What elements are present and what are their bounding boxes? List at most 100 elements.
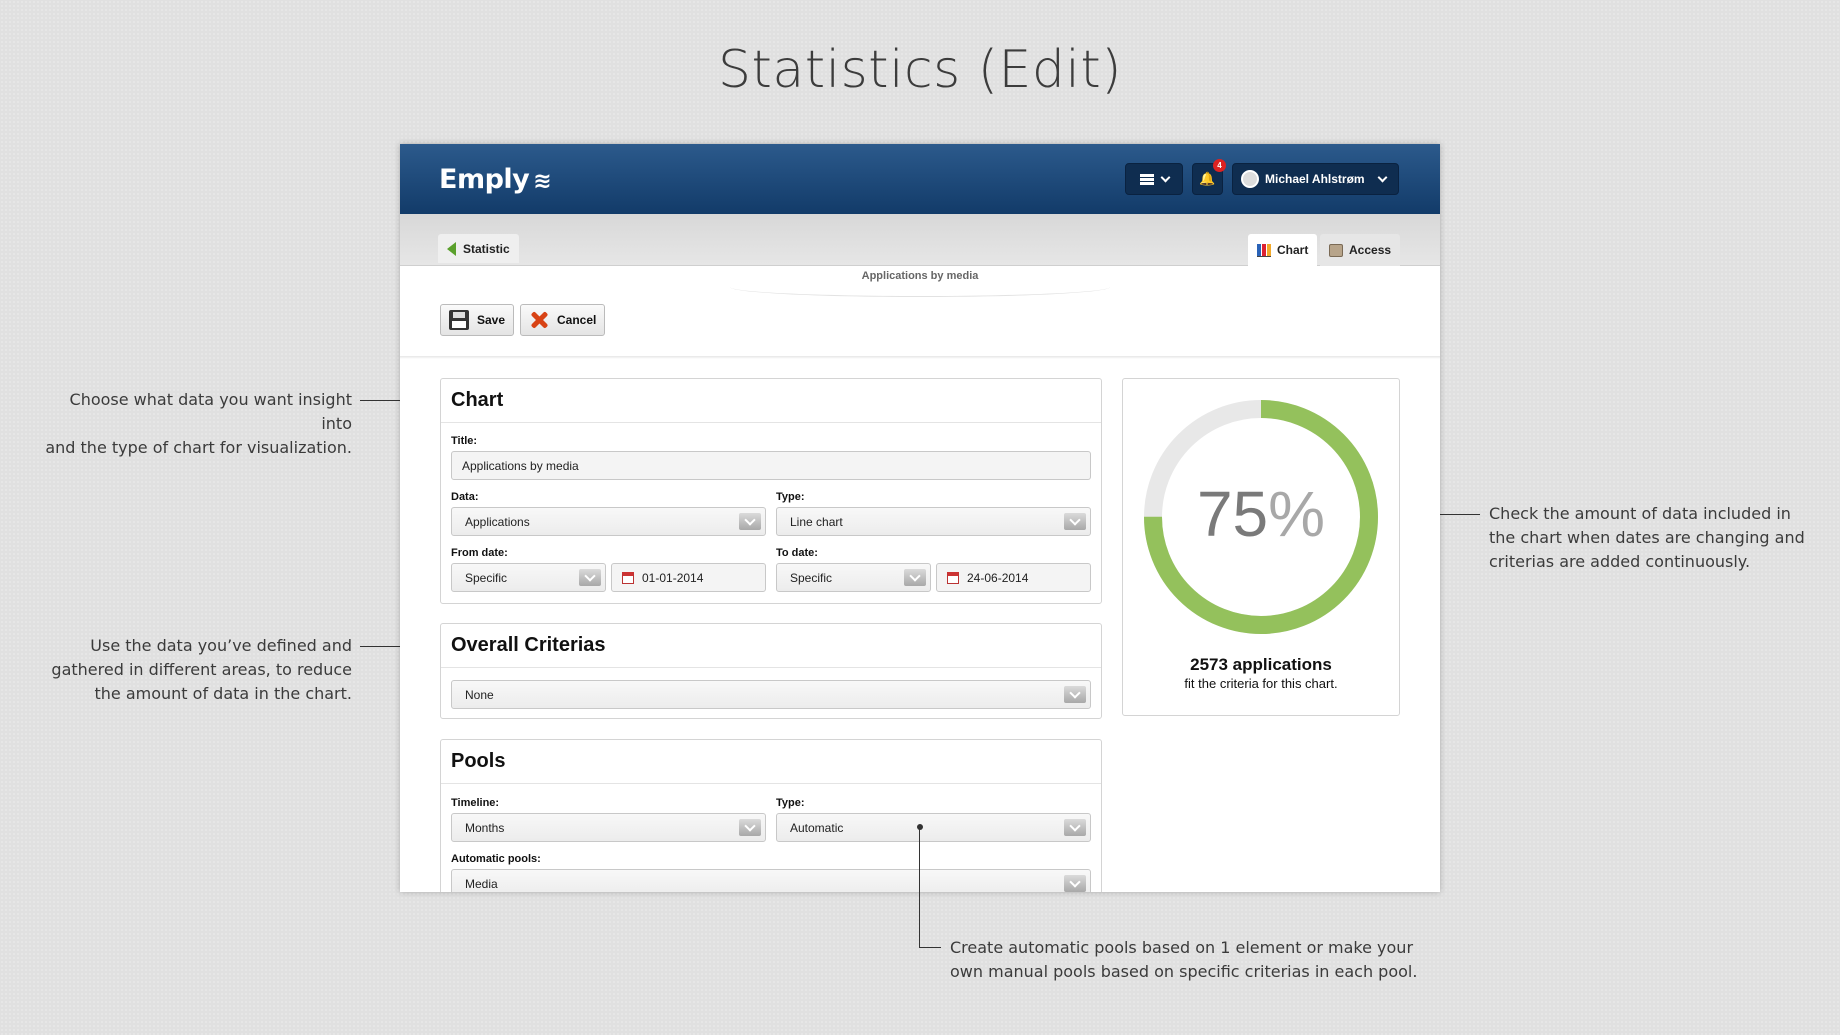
annotation-line: own manual pools based on specific crite… [950, 962, 1418, 981]
top-navbar: Emply ≋ 🔔 4 Michael Ahlstrøm [400, 144, 1440, 214]
from-date-mode-select[interactable]: Specific [451, 563, 606, 592]
tab-label: Access [1349, 243, 1392, 257]
chart-subtitle: Applications by media [861, 270, 979, 282]
calendar-icon [947, 571, 959, 584]
tab-chart[interactable]: Chart [1248, 234, 1318, 266]
annotation-line: Create automatic pools based on 1 elemen… [950, 938, 1414, 957]
select-value: Months [465, 820, 505, 835]
chevron-down-icon [1064, 686, 1086, 703]
panel-heading: Pools [441, 740, 1101, 784]
pools-annotation: Create automatic pools based on 1 elemen… [950, 936, 1550, 984]
app-window: Emply ≋ 🔔 4 Michael Ahlstrøm Statistic Ch… [400, 144, 1440, 892]
applications-subtext: fit the criteria for this chart. [1184, 676, 1338, 691]
lock-icon [1329, 243, 1343, 257]
bell-icon: 🔔 [1199, 171, 1216, 186]
date-value: 24-06-2014 [967, 570, 1029, 585]
bar-chart-icon [1257, 243, 1271, 257]
annotation-line: the chart when dates are changing and [1489, 528, 1805, 547]
chevron-down-icon [739, 819, 761, 836]
percent-number: 75 [1196, 478, 1269, 550]
logo-text: Emply [439, 164, 530, 195]
user-name: Michael Ahlstrøm [1265, 172, 1365, 186]
type-label: Type: [776, 491, 805, 503]
save-label: Save [477, 313, 506, 327]
percent-symbol: % [1268, 478, 1326, 550]
to-date-label: To date: [776, 547, 818, 559]
from-date-label: From date: [451, 547, 508, 559]
notifications-button[interactable]: 🔔 4 [1192, 159, 1226, 195]
timeline-label: Timeline: [451, 797, 500, 809]
chart-annotation: Choose what data you want insight into a… [40, 388, 352, 460]
select-value: Applications [465, 514, 530, 529]
annotation-line: Choose what data you want insight into [69, 390, 352, 433]
main-menu-button[interactable] [1125, 163, 1183, 195]
title-input[interactable]: Applications by media [451, 451, 1091, 480]
select-value: Specific [465, 570, 508, 585]
chart-panel: Chart Title: Applications by media Data:… [440, 378, 1102, 604]
toolbar-divider [400, 356, 1440, 359]
annotation-line: and the type of chart for visualization. [45, 438, 352, 457]
annotation-connector [919, 947, 941, 948]
data-label: Data: [451, 491, 479, 503]
date-value: 01-01-2014 [642, 570, 704, 585]
chevron-down-icon [1064, 875, 1086, 892]
page-title: Statistics (Edit) [717, 40, 1122, 100]
cancel-label: Cancel [557, 313, 597, 327]
chevron-down-icon [579, 569, 601, 586]
back-to-statistic-button[interactable]: Statistic [438, 234, 519, 263]
criteria-gauge-card: 75% 2573 applications fit the criteria f… [1122, 378, 1400, 716]
automatic-pools-select[interactable]: Media [451, 869, 1091, 892]
from-date-input[interactable]: 01-01-2014 [611, 563, 766, 592]
annotation-line: the amount of data in the chart. [94, 684, 353, 703]
annotation-line: criterias are added continuously. [1489, 552, 1751, 571]
chevron-down-icon [1064, 819, 1086, 836]
panel-heading: Chart [441, 379, 1101, 423]
annotation-line: Check the amount of data included in [1489, 504, 1791, 523]
select-value: None [465, 687, 494, 702]
back-arrow-icon [447, 241, 456, 256]
notification-badge: 4 [1213, 159, 1226, 172]
floppy-disk-icon [449, 310, 469, 330]
pool-type-label: Type: [776, 797, 805, 809]
back-label: Statistic [463, 241, 510, 256]
tab-access[interactable]: Access [1320, 234, 1401, 266]
to-date-mode-select[interactable]: Specific [776, 563, 931, 592]
criteria-select[interactable]: None [451, 680, 1091, 709]
panel-heading: Overall Criterias [441, 624, 1101, 668]
chevron-down-icon [904, 569, 926, 586]
emply-logo[interactable]: Emply ≋ [439, 164, 552, 195]
annotation-connector [919, 827, 920, 948]
chart-type-select[interactable]: Line chart [776, 507, 1091, 536]
chevron-down-icon [739, 513, 761, 530]
to-date-input[interactable]: 24-06-2014 [936, 563, 1091, 592]
gauge-annotation: Check the amount of data included in the… [1489, 502, 1819, 574]
user-menu-button[interactable]: Michael Ahlstrøm [1232, 163, 1399, 195]
select-value: Automatic [790, 820, 844, 835]
data-select[interactable]: Applications [451, 507, 766, 536]
chevron-down-icon [1377, 172, 1388, 182]
avatar [1241, 170, 1259, 188]
chevron-down-icon [1064, 513, 1086, 530]
timeline-select[interactable]: Months [451, 813, 766, 842]
automatic-pools-label: Automatic pools: [451, 853, 541, 865]
criteria-panel: Overall Criterias None [440, 623, 1102, 719]
select-value: Specific [790, 570, 833, 585]
cancel-button[interactable]: Cancel [520, 304, 606, 336]
close-icon [529, 310, 549, 330]
chevron-down-icon [1160, 172, 1170, 182]
hamburger-icon [1139, 173, 1154, 185]
pool-type-select[interactable]: Automatic [776, 813, 1091, 842]
sub-navbar: Statistic Chart Access [400, 214, 1440, 266]
calendar-icon [622, 571, 634, 584]
criteria-annotation: Use the data you’ve defined and gathered… [40, 634, 352, 706]
select-value: Media [465, 876, 498, 891]
logo-mark-icon: ≋ [533, 169, 552, 194]
save-button[interactable]: Save [440, 304, 515, 336]
gauge-percentage: 75% [1123, 477, 1399, 551]
annotation-line: gathered in different areas, to reduce [51, 660, 352, 679]
applications-count: 2573 applications [1190, 655, 1332, 674]
tab-label: Chart [1277, 243, 1309, 257]
annotation-dot [917, 824, 923, 830]
pools-panel: Pools Timeline: Months Type: Automatic A… [440, 739, 1102, 892]
annotation-line: Use the data you’ve defined and [90, 636, 352, 655]
